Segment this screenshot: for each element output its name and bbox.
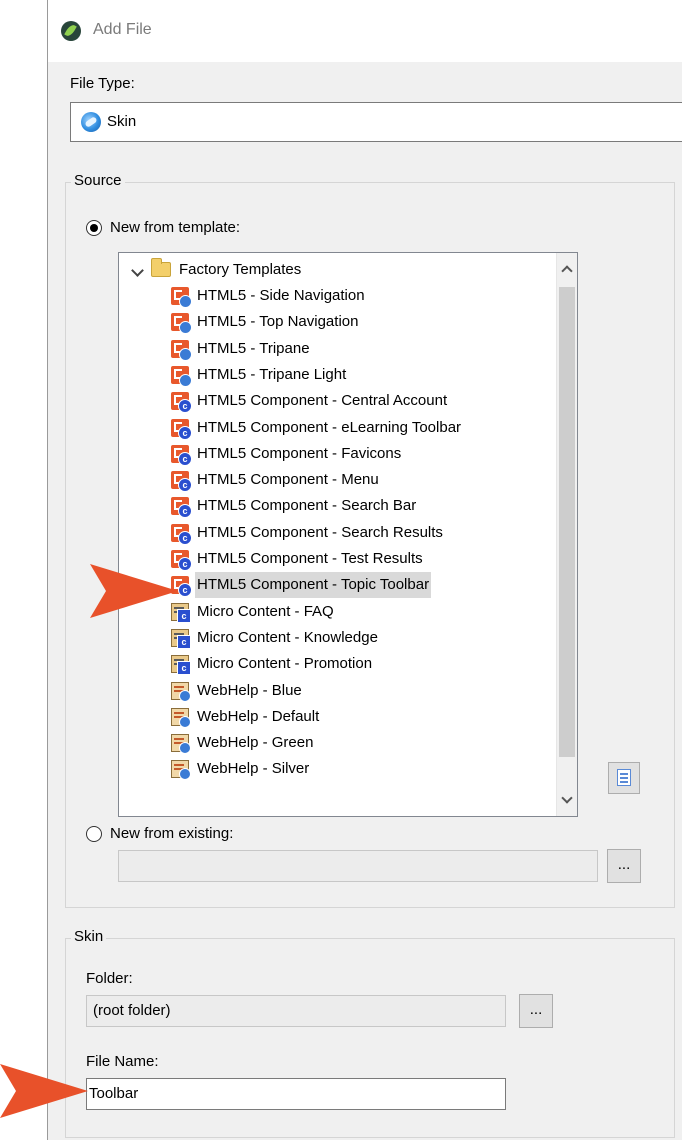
html5-skin-icon [171,339,192,361]
webhelp-skin-icon [171,760,191,781]
webhelp-skin-icon [171,734,191,755]
skin-icon [81,112,101,132]
tree-root-factory-templates[interactable]: Factory Templates [119,257,549,283]
template-tree[interactable]: Factory Templates HTML5 - Side Navigatio… [118,252,578,817]
source-group-title: Source [71,172,125,189]
callout-arrow-file-name [0,1064,88,1118]
micro-content-icon: c [171,655,191,676]
file-name-input[interactable]: Toolbar [86,1078,506,1110]
tree-item-label: HTML5 - Tripane Light [197,365,347,383]
html5-component-icon: c [171,471,192,493]
file-type-value: Skin [107,113,137,130]
folder-icon [151,258,171,277]
file-name-label: File Name: [86,1053,159,1070]
new-from-existing-radio[interactable] [86,826,102,842]
title-bar: Add File [48,0,682,62]
scroll-up-arrow-icon[interactable] [561,265,573,277]
tree-item-label: WebHelp - Silver [197,760,310,778]
html5-component-icon: c [171,392,192,414]
tree-item-label: Micro Content - FAQ [197,602,334,620]
skin-group-title: Skin [71,928,107,945]
new-from-existing-label: New from existing: [110,825,234,842]
tree-item-label: HTML5 - Top Navigation [197,313,359,331]
window-title: Add File [93,21,152,38]
new-from-template-label: New from template: [110,219,241,236]
tree-item-label: WebHelp - Blue [197,681,302,699]
html5-component-icon: c [171,497,192,519]
tree-item-label: HTML5 Component - Favicons [197,444,402,462]
template-preview-button[interactable] [608,762,640,794]
html5-component-icon: c [171,418,192,440]
chevron-down-icon[interactable] [131,264,144,277]
webhelp-skin-icon [171,681,191,702]
file-type-label: File Type: [70,75,135,92]
scrollbar-thumb[interactable] [559,287,575,757]
html5-component-icon: c [171,444,192,466]
tree-item-label: HTML5 - Side Navigation [197,287,365,304]
tree-item-label: WebHelp - Green [197,734,314,752]
tree-item-label: HTML5 - Tripane [197,339,310,357]
file-type-select[interactable]: Skin [70,102,682,142]
browse-folder-button[interactable]: ... [519,994,553,1028]
tree-item-label: HTML5 Component - Search Bar [197,497,417,515]
folder-field[interactable]: (root folder) [86,995,506,1027]
callout-arrow-topic-toolbar [90,564,178,618]
tree-item-label: HTML5 Component - Central Account [197,392,448,410]
tree-vertical-scrollbar[interactable] [556,253,577,816]
folder-label: Folder: [86,970,133,987]
tree-root-label: Factory Templates [179,261,302,278]
html5-component-icon: c [171,523,192,545]
tree-item-label: HTML5 Component - Search Results [197,523,443,541]
tree-item-label: HTML5 Component - Menu [197,471,379,489]
tree-item-label: HTML5 Component - eLearning Toolbar [197,418,462,436]
browse-existing-button[interactable]: ... [607,849,641,883]
scroll-down-arrow-icon[interactable] [561,792,573,804]
page-icon [617,769,631,786]
micro-content-icon: c [171,628,191,649]
html5-skin-icon [171,287,192,308]
tree-item-label: HTML5 Component - Test Results [197,550,423,567]
app-logo-icon [61,21,81,41]
tree-item-label: Micro Content - Promotion [197,655,373,673]
new-from-template-radio[interactable] [86,220,102,236]
tree-item-label: WebHelp - Default [197,707,320,725]
html5-skin-icon [171,313,192,335]
html5-skin-icon [171,365,192,387]
tree-item-label: HTML5 Component - Topic Toolbar [195,572,432,599]
tree-item-label: Micro Content - Knowledge [197,628,378,646]
existing-file-field[interactable] [118,850,598,882]
webhelp-skin-icon [171,707,191,728]
